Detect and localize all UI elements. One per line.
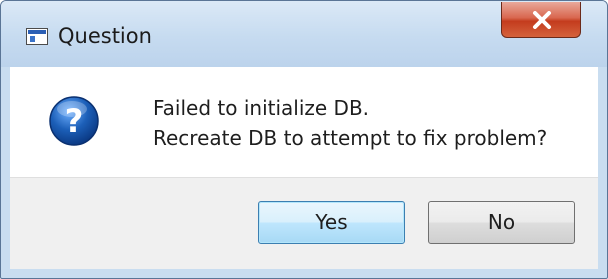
svg-text:?: ? <box>65 102 84 140</box>
title-bar[interactable]: Question <box>1 1 607 67</box>
button-bar: Yes No <box>10 177 598 269</box>
no-button[interactable]: No <box>428 201 575 244</box>
close-button[interactable] <box>501 2 581 38</box>
message-line-1: Failed to initialize DB. <box>153 96 370 120</box>
app-window-icon <box>26 28 48 45</box>
message-text: Failed to initialize DB. Recreate DB to … <box>153 93 547 153</box>
message-line-2: Recreate DB to attempt to fix problem? <box>153 126 548 150</box>
message-area: ? Failed to initialize DB. Recreate DB t… <box>10 67 598 177</box>
window-title: Question <box>58 24 152 48</box>
question-icon: ? <box>49 96 99 146</box>
yes-button[interactable]: Yes <box>258 201 405 244</box>
close-icon <box>533 11 551 29</box>
dialog-window: Question ? Failed to initialize DB. Recr… <box>0 0 608 279</box>
